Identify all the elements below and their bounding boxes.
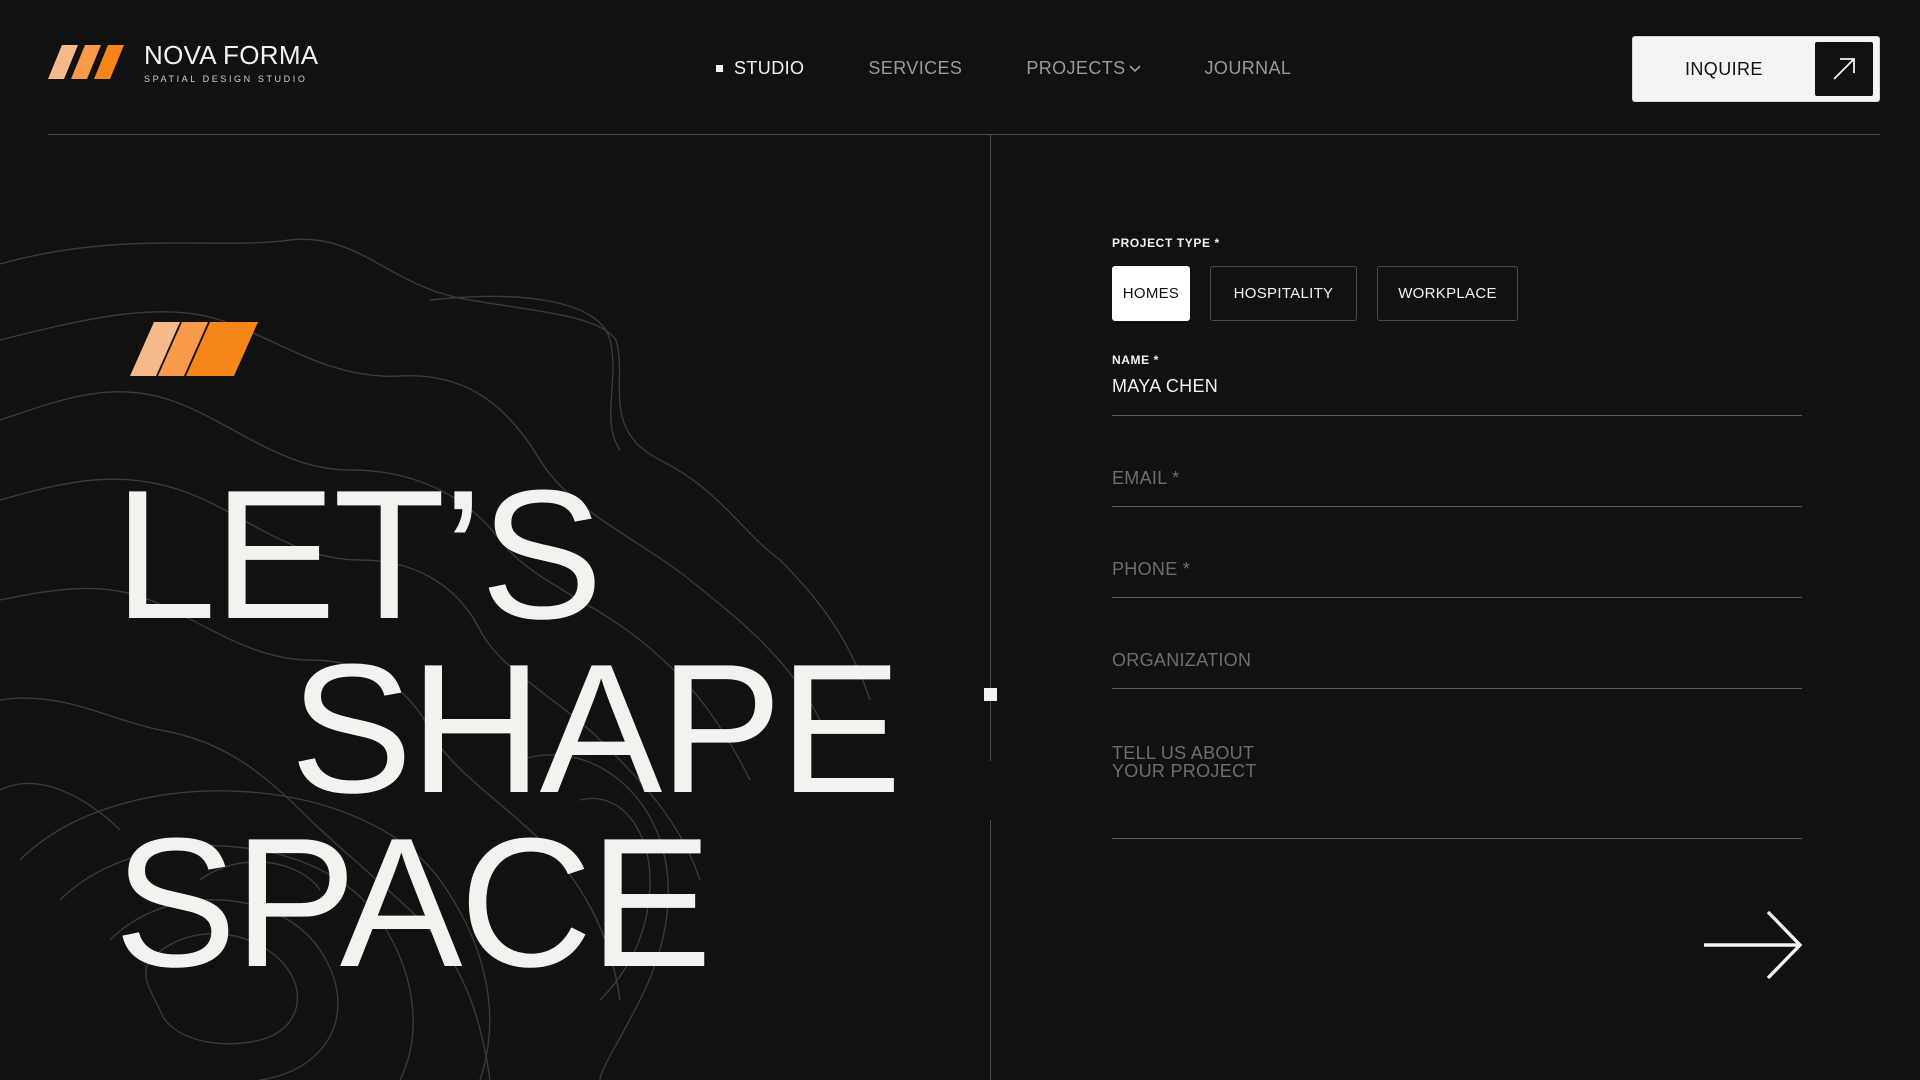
inquire-button[interactable]: INQUIRE [1632, 36, 1880, 102]
project-type-options: HOMES HOSPITALITY WORKPLACE [1112, 266, 1538, 321]
nav-item-label: STUDIO [734, 57, 805, 78]
arrow-right-icon [1704, 910, 1803, 980]
project-message-field[interactable]: TELL US ABOUT YOUR PROJECT [1112, 744, 1802, 839]
name-field[interactable]: MAYA CHEN [1112, 376, 1802, 416]
submit-button[interactable] [1700, 908, 1804, 982]
project-type-homes[interactable]: HOMES [1112, 266, 1190, 321]
divider-marker [984, 688, 997, 701]
nav-item-label: SERVICES [868, 57, 963, 78]
project-type-hospitality[interactable]: HOSPITALITY [1210, 266, 1357, 321]
active-indicator-icon [716, 64, 723, 72]
nav-item-label: JOURNAL [1204, 57, 1292, 78]
nav-item-services[interactable]: SERVICES [868, 54, 962, 82]
organization-field[interactable]: ORGANIZATION [1112, 650, 1802, 689]
nav-item-label: PROJECTS [1026, 57, 1126, 78]
brand[interactable]: NOVA FORMA SPATIAL DESIGN STUDIO [48, 40, 318, 84]
chevron-down-icon [1128, 65, 1141, 73]
phone-field[interactable]: PHONE * [1112, 559, 1802, 598]
brand-text: NOVA FORMA SPATIAL DESIGN STUDIO [144, 40, 318, 84]
nav-item-studio[interactable]: STUDIO [716, 54, 804, 82]
hero-heading-line: LET’S [114, 451, 603, 657]
nav-item-projects[interactable]: PROJECTS [1026, 54, 1141, 82]
hero-heading-line: SPACE [114, 799, 712, 1005]
project-type-label: PROJECT TYPE * [1112, 236, 1220, 250]
column-divider [990, 135, 991, 761]
name-label: NAME * [1112, 353, 1159, 367]
site-header: NOVA FORMA SPATIAL DESIGN STUDIO STUDIO … [0, 0, 1920, 134]
phone-placeholder: PHONE * [1112, 559, 1191, 579]
brand-logo-icon [48, 45, 124, 79]
brand-name: NOVA FORMA [144, 40, 319, 70]
name-value: MAYA CHEN [1112, 376, 1219, 396]
nav-item-journal[interactable]: JOURNAL [1205, 54, 1292, 82]
brand-tagline: SPATIAL DESIGN STUDIO [144, 74, 308, 84]
hero-logo-icon [130, 322, 258, 376]
organization-placeholder: ORGANIZATION [1112, 650, 1252, 670]
header-divider [48, 134, 1880, 135]
email-field[interactable]: EMAIL * [1112, 468, 1802, 507]
main-nav: STUDIO SERVICES PROJECTS JOURNAL [716, 54, 1355, 82]
project-message-placeholder: TELL US ABOUT YOUR PROJECT [1112, 743, 1257, 781]
hero-heading-line: SHAPE [290, 625, 902, 831]
email-placeholder: EMAIL * [1112, 468, 1180, 488]
inquire-label: INQUIRE [1685, 58, 1763, 79]
column-divider [990, 820, 991, 1080]
project-type-workplace[interactable]: WORKPLACE [1377, 266, 1518, 321]
arrow-up-right-icon [1815, 42, 1873, 96]
